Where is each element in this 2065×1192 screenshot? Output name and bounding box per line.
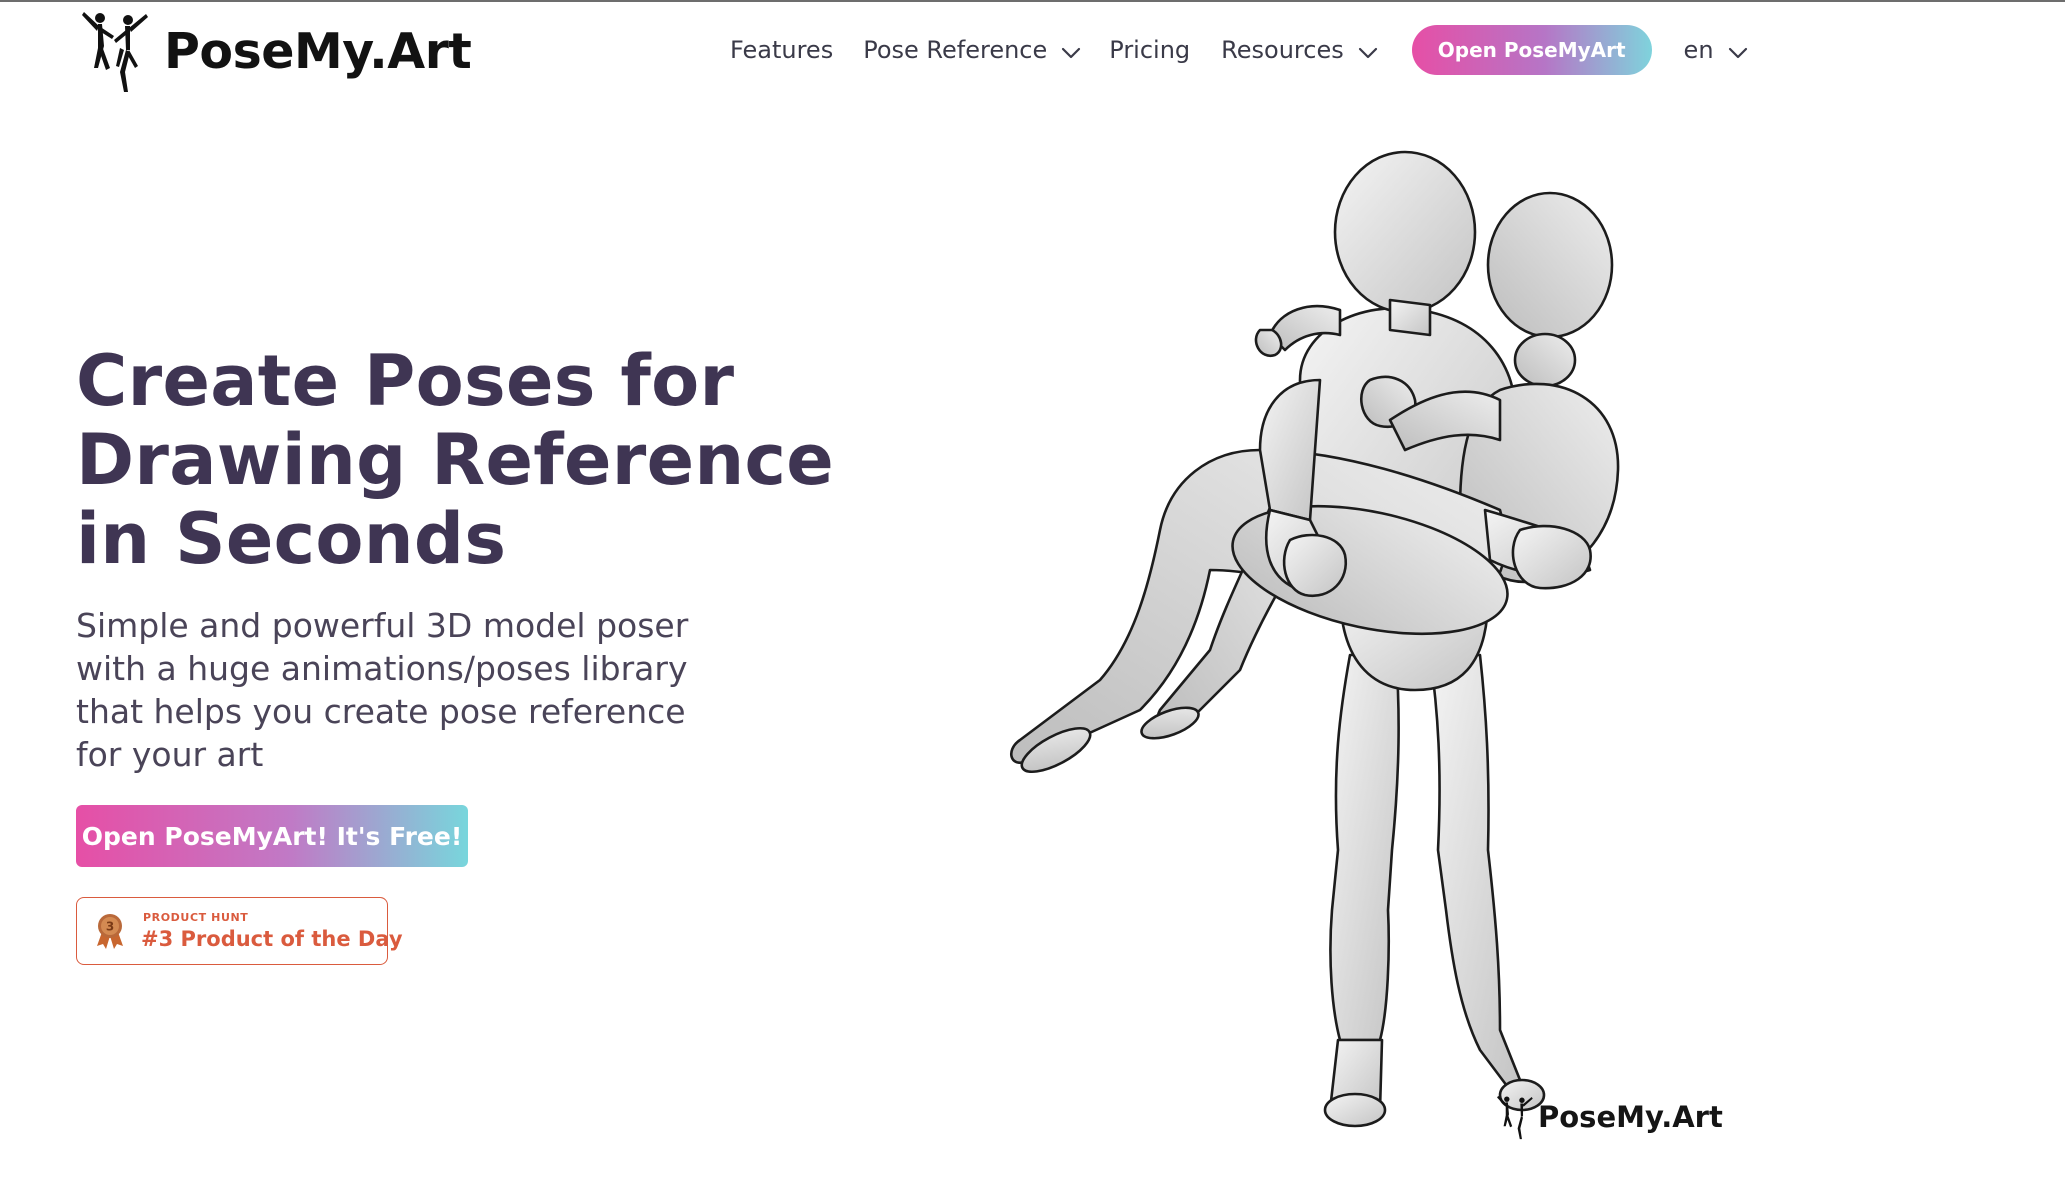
open-posemyart-free-button[interactable]: Open PoseMyArt! It's Free! bbox=[76, 805, 468, 867]
hero-subtitle-line: that helps you create pose reference bbox=[76, 692, 686, 731]
nav-resources-label: Resources bbox=[1221, 36, 1344, 64]
hero-subtitle-line: for your art bbox=[76, 735, 264, 774]
nav-features-link[interactable]: Features bbox=[730, 36, 833, 64]
illustration-watermark: PoseMy.Art bbox=[1496, 1090, 1723, 1144]
chevron-down-icon bbox=[1728, 47, 1747, 59]
nav-pricing-link[interactable]: Pricing bbox=[1109, 36, 1190, 64]
nav-pose-reference-label: Pose Reference bbox=[863, 36, 1048, 64]
hero-title-line: Drawing Reference bbox=[76, 419, 835, 501]
main-nav: Features Pose Reference Pricing Resource… bbox=[730, 24, 1748, 76]
open-posemyart-button[interactable]: Open PoseMyArt bbox=[1411, 25, 1652, 75]
product-hunt-title: #3 Product of the Day bbox=[141, 927, 403, 951]
dancing-figures-logo-icon bbox=[1497, 1095, 1533, 1140]
hero-title: Create Poses for Drawing Reference in Se… bbox=[76, 342, 836, 579]
hero-subtitle-line: Simple and powerful 3D model poser bbox=[76, 606, 689, 645]
hero-subtitle-line: with a huge animations/poses library bbox=[76, 649, 688, 688]
nav-resources-dropdown[interactable]: Resources bbox=[1221, 36, 1378, 64]
mannequin-illustration bbox=[1010, 150, 1620, 1128]
hero-subtitle: Simple and powerful 3D model poser with … bbox=[76, 604, 796, 776]
brand-name: PoseMy.Art bbox=[164, 22, 472, 80]
dancing-figures-logo-icon bbox=[82, 12, 148, 92]
watermark-text: PoseMy.Art bbox=[1538, 1100, 1723, 1134]
chevron-down-icon bbox=[1358, 47, 1377, 59]
chevron-down-icon bbox=[1062, 47, 1081, 59]
medal-number: 3 bbox=[106, 920, 114, 934]
language-selector[interactable]: en bbox=[1684, 36, 1748, 64]
language-label: en bbox=[1683, 36, 1714, 64]
site-logo[interactable]: PoseMy.Art bbox=[80, 10, 472, 92]
product-hunt-kicker: PRODUCT HUNT bbox=[143, 911, 249, 924]
bronze-medal-icon: 3 bbox=[97, 914, 123, 949]
hero-title-line: in Seconds bbox=[76, 498, 507, 580]
nav-pose-reference-dropdown[interactable]: Pose Reference bbox=[863, 36, 1081, 64]
site-header: PoseMy.Art Features Pose Reference Prici… bbox=[0, 2, 2065, 98]
product-hunt-badge[interactable]: 3 PRODUCT HUNT #3 Product of the Day bbox=[76, 897, 403, 965]
hero-title-line: Create Poses for bbox=[76, 340, 735, 422]
